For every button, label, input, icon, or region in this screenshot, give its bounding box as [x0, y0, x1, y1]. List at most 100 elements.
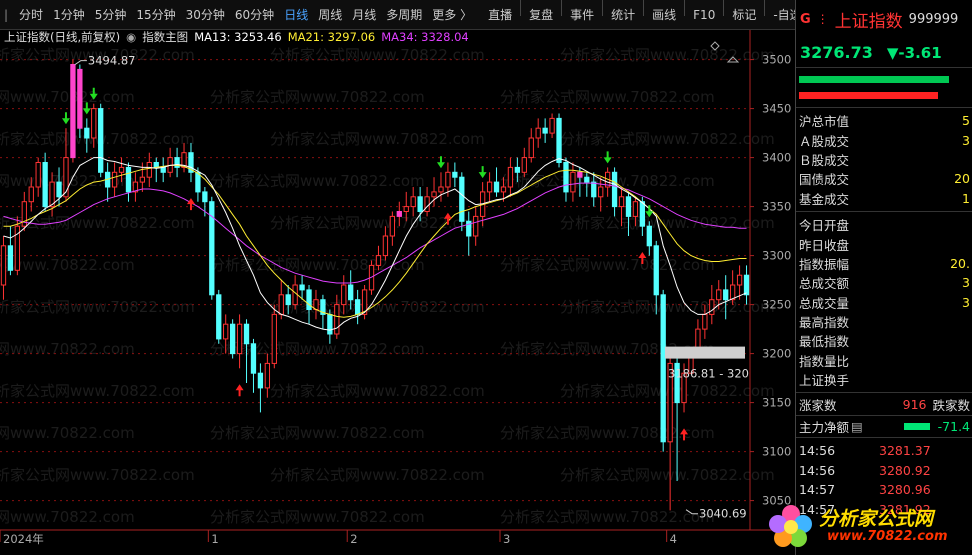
candle-body[interactable] [424, 196, 430, 213]
candle-body[interactable] [625, 196, 632, 217]
period-tab[interactable]: 分时 [14, 0, 48, 29]
period-tab[interactable]: 周线 [313, 0, 347, 29]
candle-body[interactable] [306, 289, 312, 310]
period-tab[interactable]: 多周期 [381, 0, 427, 29]
candle-body[interactable] [632, 201, 639, 217]
candle-body[interactable] [403, 206, 409, 213]
candle-body[interactable] [292, 284, 298, 306]
candle-body[interactable] [327, 313, 333, 335]
more-icon[interactable]: ⋮ [817, 12, 829, 26]
candle-body[interactable] [229, 323, 236, 355]
candle-body[interactable] [243, 323, 250, 345]
candle-body[interactable] [729, 284, 736, 301]
candle-body[interactable] [438, 186, 444, 193]
candle-body[interactable] [396, 211, 402, 217]
kline-chart[interactable]: 分析家公式网www.70822.com 分析家公式网www.70822.com 分析… [0, 30, 795, 555]
candle-body[interactable] [410, 196, 416, 208]
candle-body[interactable] [528, 137, 534, 159]
period-tab[interactable]: 月线 [347, 0, 381, 29]
candle-body[interactable] [736, 274, 743, 286]
candle-body[interactable] [285, 294, 291, 306]
candle-body[interactable] [507, 166, 514, 188]
candle-body[interactable] [139, 176, 146, 183]
candle-body[interactable] [195, 171, 201, 193]
candle-body[interactable] [743, 274, 750, 296]
candle-body[interactable] [77, 68, 83, 129]
candle-body[interactable] [500, 186, 507, 193]
candle-body[interactable] [577, 171, 583, 178]
candle-body[interactable] [153, 162, 159, 168]
period-tab[interactable]: 30分钟 [181, 0, 230, 29]
tool-button[interactable]: 复盘 [524, 0, 558, 29]
crosshair-price-box[interactable] [665, 346, 745, 359]
tool-button[interactable]: 直播 [483, 0, 517, 29]
tool-button[interactable]: 事件 [565, 0, 599, 29]
candle-body[interactable] [223, 323, 229, 340]
candle-body[interactable] [257, 372, 264, 389]
candle-body[interactable] [653, 245, 659, 296]
candle-body[interactable] [521, 157, 527, 173]
eye-icon[interactable]: ◉ [126, 30, 136, 44]
candle-body[interactable] [382, 235, 389, 257]
candle-body[interactable] [452, 171, 458, 178]
candle-body[interactable] [473, 215, 479, 237]
candle-body[interactable] [42, 162, 48, 208]
candle-body[interactable] [111, 171, 118, 188]
tool-button[interactable]: 画线 [647, 0, 681, 29]
candle-body[interactable] [334, 304, 340, 335]
candle-body[interactable] [611, 171, 618, 208]
period-tab[interactable]: 1分钟 [48, 0, 90, 29]
period-tab[interactable]: 60分钟 [230, 0, 279, 29]
flow-menu-icon[interactable]: ▤ [851, 419, 863, 434]
candle-body[interactable] [716, 289, 722, 301]
candle-body[interactable] [584, 176, 590, 183]
candle-body[interactable] [341, 284, 347, 306]
kline-svg[interactable]: 分析家公式网www.70822.com 分析家公式网www.70822.com 分析… [0, 30, 795, 555]
candle-body[interactable] [264, 362, 271, 389]
candle-body[interactable] [91, 108, 97, 139]
candle-body[interactable] [146, 162, 152, 178]
period-tab[interactable]: 15分钟 [131, 0, 180, 29]
candle-body[interactable] [549, 117, 555, 134]
tool-button[interactable]: F10 [688, 0, 720, 29]
candle-body[interactable] [70, 64, 76, 159]
candle-body[interactable] [445, 171, 451, 188]
main-indicator-label[interactable]: 指数主图 [142, 29, 188, 45]
candle-body[interactable] [542, 127, 548, 134]
candle-body[interactable] [563, 162, 569, 193]
candle-body[interactable] [98, 108, 104, 173]
candle-body[interactable] [299, 284, 305, 291]
candle-body[interactable] [84, 127, 90, 139]
candle-body[interactable] [160, 166, 166, 173]
candle-body[interactable] [389, 215, 396, 237]
candle-body[interactable] [709, 299, 715, 315]
candle-body[interactable] [639, 201, 646, 227]
candle-body[interactable] [486, 181, 493, 193]
candle-body[interactable] [0, 245, 7, 286]
flag-badge[interactable]: G [800, 12, 811, 27]
candle-body[interactable] [7, 245, 14, 271]
candle-body[interactable] [646, 225, 652, 247]
candle-body[interactable] [417, 196, 423, 213]
candle-body[interactable] [271, 313, 277, 364]
candle-body[interactable] [570, 171, 576, 193]
candle-body[interactable] [723, 289, 729, 301]
candle-body[interactable] [702, 313, 708, 330]
candle-body[interactable] [236, 323, 243, 355]
candle-body[interactable] [556, 117, 562, 163]
candle-body[interactable] [348, 284, 354, 301]
period-tab[interactable]: 日线 [279, 0, 313, 29]
candle-body[interactable] [660, 294, 666, 443]
candle-body[interactable] [459, 176, 465, 222]
candle-body[interactable] [125, 166, 132, 193]
tool-button[interactable]: 统计 [606, 0, 640, 29]
candle-body[interactable] [250, 343, 257, 374]
candle-body[interactable] [35, 162, 41, 188]
candle-body[interactable] [618, 196, 625, 208]
candle-body[interactable] [118, 166, 125, 173]
candle-body[interactable] [591, 181, 597, 198]
candle-body[interactable] [354, 299, 361, 315]
candle-body[interactable] [216, 294, 222, 340]
candle-body[interactable] [431, 191, 437, 198]
candle-body[interactable] [56, 181, 62, 198]
